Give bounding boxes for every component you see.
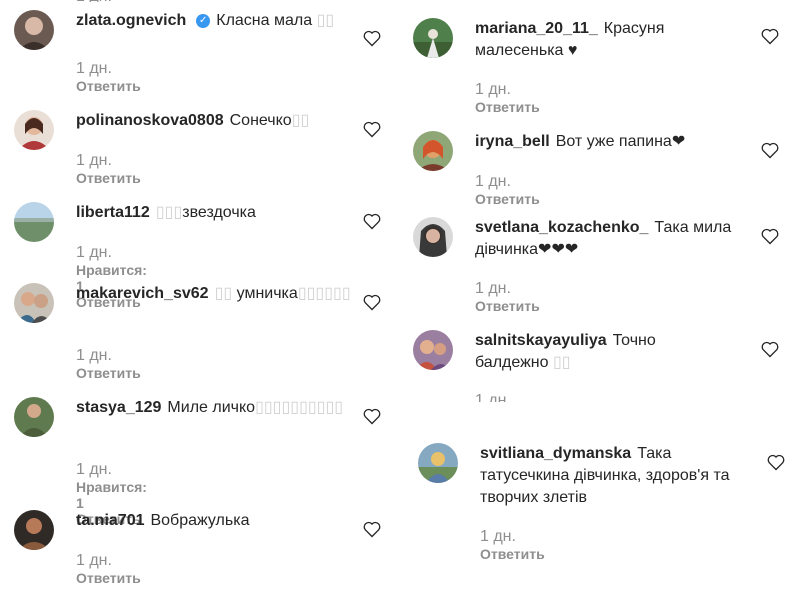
reply-button[interactable]: Ответить: [76, 78, 141, 94]
reply-button[interactable]: Ответить: [76, 170, 141, 186]
timestamp: 1 дн.: [475, 173, 511, 190]
likes-count[interactable]: Нравится: 1: [76, 479, 147, 511]
comment-meta: 1 дн.Ответить: [76, 60, 141, 94]
avatar[interactable]: [14, 110, 54, 150]
comment-text: Сонечко: [229, 112, 292, 129]
like-heart-icon[interactable]: [362, 292, 382, 312]
comment-body: iryna_bell Вот уже папина❤: [475, 131, 775, 153]
reply-button[interactable]: Ответить: [475, 191, 540, 207]
comment-username[interactable]: zlata.ognevich: [76, 12, 186, 29]
comment-meta: 1 дн.Ответить: [480, 528, 545, 562]
like-heart-icon[interactable]: [760, 26, 780, 46]
timestamp: 1 дн.: [475, 81, 511, 98]
comment-username[interactable]: iryna_bell: [475, 133, 550, 150]
like-heart-icon[interactable]: [760, 140, 780, 160]
timestamp: 1 дн.: [480, 528, 516, 545]
comment-username[interactable]: svetlana_kozachenko_: [475, 219, 648, 236]
avatar[interactable]: [413, 217, 453, 257]
avatar[interactable]: [14, 202, 54, 242]
comment-text: Класна мала: [216, 12, 313, 29]
like-heart-icon[interactable]: [760, 226, 780, 246]
reply-button[interactable]: Ответить: [475, 298, 540, 314]
avatar[interactable]: [413, 330, 453, 370]
like-heart-icon[interactable]: [760, 339, 780, 359]
timestamp: 1 дн.: [76, 0, 136, 2]
timestamp: 1 дн.: [76, 347, 112, 364]
comment-username[interactable]: liberta112: [76, 204, 150, 221]
comment-username[interactable]: makarevich_sv62: [76, 285, 209, 302]
avatar[interactable]: [418, 443, 458, 483]
comment-meta: 1 дн.Ответить: [76, 152, 141, 186]
avatar[interactable]: [14, 397, 54, 437]
comment-meta: 1 дн.Ответить: [475, 392, 540, 402]
comment-text: звездочка: [182, 204, 256, 221]
comment-text-pre: ▯▯: [214, 285, 233, 302]
comment-body: mariana_20_11_ Красуня малесенька ♥: [475, 18, 695, 62]
timestamp: 1 дн.: [76, 152, 112, 169]
reply-button[interactable]: Ответить: [76, 570, 141, 586]
comment-username[interactable]: mariana_20_11_: [475, 20, 598, 37]
avatar[interactable]: [413, 18, 453, 58]
comment-meta: 1 дн.Ответить: [76, 347, 141, 381]
comment-text-tail: ▯▯: [552, 354, 571, 371]
avatar[interactable]: [413, 131, 453, 171]
timestamp: 1 дн.: [475, 392, 511, 402]
comment-username[interactable]: polinanoskova0808: [76, 112, 224, 129]
like-heart-icon[interactable]: [362, 406, 382, 426]
comment-meta: 1 дн.Ответить: [475, 173, 540, 207]
timestamp: 1 дн.: [76, 244, 112, 261]
comment-text: Миле личко: [167, 399, 256, 416]
avatar[interactable]: [14, 283, 54, 323]
like-heart-icon[interactable]: [766, 452, 786, 472]
comment-body: salnitskayayuliya Точно балдежно ▯▯: [475, 330, 695, 374]
comment-meta: 1 дн.Ответить: [475, 81, 540, 115]
verified-badge-icon: ✓: [196, 13, 211, 28]
comment-username[interactable]: salnitskayayuliya: [475, 332, 607, 349]
like-heart-icon[interactable]: [362, 211, 382, 231]
like-heart-icon[interactable]: [362, 119, 382, 139]
avatar[interactable]: [14, 10, 54, 50]
timestamp: 1 дн.: [76, 552, 112, 569]
comment-username[interactable]: svitliana_dymanska: [480, 445, 631, 462]
comment-text: умничка: [236, 285, 298, 302]
comment-meta: 1 дн.Ответить: [475, 280, 540, 314]
comment-body: svetlana_kozachenko_ Така мила дівчинка❤❤…: [475, 217, 755, 261]
avatar[interactable]: [14, 510, 54, 550]
comment-meta: 1 дн.Ответить: [76, 552, 141, 586]
reply-button[interactable]: Ответить: [480, 546, 545, 562]
comment-body: zlata.ognevich ✓ Класна мала ▯▯: [76, 10, 396, 32]
comment-text: Вображулька: [150, 512, 250, 529]
comment-text-pre: ▯▯▯: [155, 204, 183, 221]
timestamp: 1 дн.: [475, 280, 511, 297]
comment-text-tail: ▯▯: [316, 12, 335, 29]
reply-button[interactable]: Ответить: [475, 99, 540, 115]
clipped-meta-top: 1 дн.: [76, 0, 136, 2]
comment-text-tail: ▯▯: [291, 112, 310, 129]
comment-text-tail: ▯▯▯▯▯▯: [297, 285, 351, 302]
timestamp: 1 дн.: [76, 461, 112, 478]
timestamp: 1 дн.: [76, 60, 112, 77]
comment-body: makarevich_sv62 ▯▯ умничка▯▯▯▯▯▯: [76, 283, 366, 305]
comment-body: ta.nia701 Вображулька: [76, 510, 396, 532]
comment-username[interactable]: stasya_129: [76, 399, 161, 416]
comment-text: Вот уже папина❤: [555, 133, 686, 150]
comment-text-tail: ▯▯▯▯▯▯▯▯▯▯: [255, 399, 344, 416]
like-heart-icon[interactable]: [362, 519, 382, 539]
comment-username[interactable]: ta.nia701: [76, 512, 144, 529]
comment-body: polinanoskova0808 Сонечко▯▯: [76, 110, 396, 132]
comment-body: stasya_129 Миле личко▯▯▯▯▯▯▯▯▯▯: [76, 397, 366, 419]
comment-body: svitliana_dymanska Така татусечкина дівчи…: [480, 443, 750, 509]
reply-button[interactable]: Ответить: [76, 365, 141, 381]
comment-body: liberta112 ▯▯▯звездочка: [76, 202, 396, 224]
like-heart-icon[interactable]: [362, 28, 382, 48]
